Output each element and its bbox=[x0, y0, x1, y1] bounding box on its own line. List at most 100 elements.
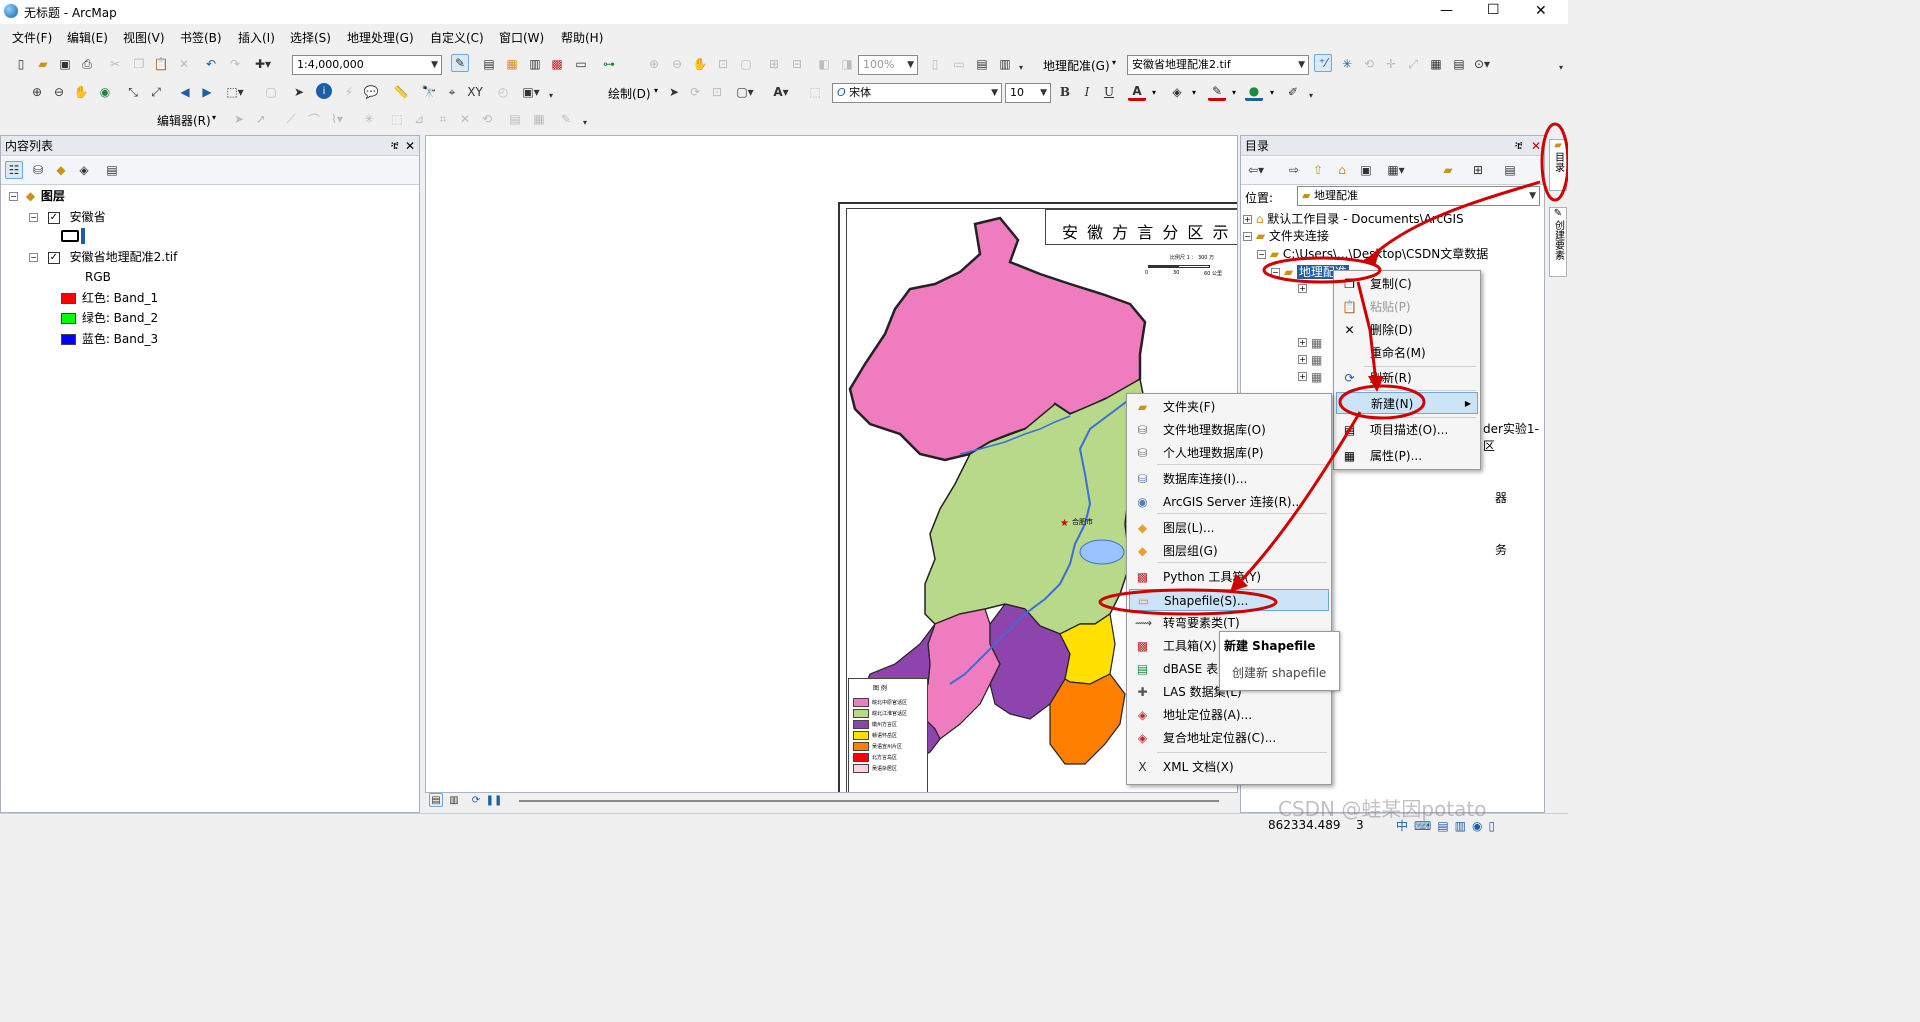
scale-icon[interactable]: ⤢ bbox=[1404, 55, 1422, 73]
measure-icon[interactable]: 📏 bbox=[392, 83, 410, 101]
trace-icon[interactable]: ⌇▾ bbox=[328, 110, 346, 128]
go-to-xy-icon[interactable]: XY bbox=[466, 83, 484, 101]
menu-view[interactable]: 视图(V) bbox=[123, 29, 165, 47]
reshape-icon[interactable]: ⊿ bbox=[410, 110, 428, 128]
marker-color-chevron-icon[interactable]: ▾ bbox=[1270, 88, 1274, 97]
cut-icon[interactable]: ✂ bbox=[106, 55, 124, 73]
edit-annotation-icon[interactable]: ➚ bbox=[252, 110, 270, 128]
layer-visibility-checkbox[interactable]: ✓ bbox=[47, 251, 60, 264]
select-elements-icon[interactable]: ➤ bbox=[665, 83, 683, 101]
python-window-icon[interactable]: ▭ bbox=[572, 55, 590, 73]
rotate-feature-icon[interactable]: ⟲ bbox=[478, 110, 496, 128]
find-route-icon[interactable]: ⌖ bbox=[443, 83, 461, 101]
font-name-dropdown[interactable]: O 宋体 ▼ bbox=[832, 83, 1002, 103]
layout-pan-icon[interactable]: ✋ bbox=[691, 55, 709, 73]
layout-fixed-zoom-out-icon[interactable]: ⊟ bbox=[788, 55, 806, 73]
fill-color-icon[interactable]: ◈ bbox=[1168, 83, 1186, 101]
ctx-copy[interactable]: ❐ 复制(C) bbox=[1336, 273, 1478, 295]
font-color-icon[interactable]: A bbox=[1128, 83, 1146, 101]
hyperlink-icon[interactable]: ⚡ bbox=[340, 83, 358, 101]
html-popup-icon[interactable]: 💬 bbox=[362, 83, 380, 101]
toolbar-overflow-icon[interactable]: ▾ bbox=[580, 113, 590, 131]
minimize-button[interactable]: — bbox=[1440, 3, 1453, 18]
pan-icon[interactable]: ✋ bbox=[72, 83, 90, 101]
tree-expander[interactable]: + bbox=[1298, 338, 1307, 347]
endpoint-arc-icon[interactable]: ⌒ bbox=[305, 110, 323, 128]
collapse-icon[interactable]: − bbox=[9, 192, 18, 201]
redo-icon[interactable]: ↷ bbox=[226, 55, 244, 73]
collapse-icon[interactable]: − bbox=[1271, 268, 1280, 277]
toolbar-overflow-icon[interactable]: ▾ bbox=[1556, 58, 1566, 76]
map-scale-dropdown[interactable]: 1:4,000,000 ▼ bbox=[292, 55, 442, 75]
tree-expander[interactable]: + bbox=[1298, 372, 1307, 381]
data-view-icon[interactable]: ▤ bbox=[429, 793, 443, 807]
view-link-table-icon[interactable]: ▦ bbox=[1427, 55, 1445, 73]
options-icon[interactable]: ▤ bbox=[103, 161, 121, 179]
close-window-button[interactable]: ✕ bbox=[1535, 3, 1547, 19]
find-icon[interactable]: 🔭 bbox=[420, 83, 438, 101]
layout-back-icon[interactable]: ◧ bbox=[815, 55, 833, 73]
font-color-chevron-icon[interactable]: ▾ bbox=[1152, 88, 1156, 97]
submenu-item-layer[interactable]: ◆ 图层(L)... bbox=[1129, 517, 1329, 539]
catalog-options-icon[interactable]: ▤ bbox=[1501, 161, 1519, 179]
list-by-drawing-order-icon[interactable]: ☷ bbox=[5, 161, 23, 179]
edit-vertices-icon[interactable]: ⬚ bbox=[806, 83, 824, 101]
create-features-icon[interactable]: ✎ bbox=[557, 110, 575, 128]
menu-selection[interactable]: 选择(S) bbox=[290, 29, 331, 47]
up-one-level-icon[interactable]: ⇧ bbox=[1309, 161, 1327, 179]
submenu-item-arcgis-server[interactable]: ◉ ArcGIS Server 连接(R)... bbox=[1129, 491, 1329, 513]
new-document-icon[interactable]: ▯ bbox=[12, 55, 30, 73]
menu-file[interactable]: 文件(F) bbox=[12, 29, 52, 47]
straight-segment-icon[interactable]: ⟋ bbox=[282, 110, 300, 128]
rectangle-icon[interactable]: ▢▾ bbox=[736, 83, 754, 101]
close-icon[interactable]: ✕ bbox=[1531, 136, 1541, 156]
undo-icon[interactable]: ↶ bbox=[202, 55, 220, 73]
ctx-delete[interactable]: ✕ 删除(D) bbox=[1336, 319, 1478, 341]
zoom-in-icon[interactable]: ⊕ bbox=[28, 83, 46, 101]
select-features-icon[interactable]: ⬚▾ bbox=[226, 83, 244, 101]
editor-menu[interactable]: 编辑器(R) bbox=[157, 112, 211, 129]
layout-zoom-dropdown[interactable]: 100% ▼ bbox=[858, 55, 918, 75]
submenu-item-composite-locator[interactable]: ◈ 复合地址定位器(C)... bbox=[1129, 727, 1329, 749]
ctx-refresh[interactable]: ⟳ 刷新(R) bbox=[1336, 367, 1478, 389]
zoom-to-elements-icon[interactable]: ⊡ bbox=[708, 83, 726, 101]
time-slider-icon[interactable]: ◴ bbox=[494, 83, 512, 101]
menu-edit[interactable]: 编辑(E) bbox=[67, 29, 108, 47]
point-icon[interactable]: ✳ bbox=[360, 110, 378, 128]
table-of-contents-icon[interactable]: ▤ bbox=[480, 55, 498, 73]
magnifier-icon[interactable]: ⊙▾ bbox=[1473, 55, 1491, 73]
ctx-paste[interactable]: 📋 粘贴(P) bbox=[1336, 296, 1478, 318]
collapse-icon[interactable]: − bbox=[1257, 250, 1266, 259]
side-tab-catalog[interactable]: ▰ 目录 bbox=[1549, 139, 1567, 191]
select-elements-icon[interactable]: ➤ bbox=[290, 83, 308, 101]
save-icon[interactable]: ▣ bbox=[56, 55, 74, 73]
copy-icon[interactable]: ❐ bbox=[130, 55, 148, 73]
cut-polygon-icon[interactable]: ⌗ bbox=[434, 110, 452, 128]
split-icon[interactable]: ✕ bbox=[456, 110, 474, 128]
rotate-element-icon[interactable]: ⟳ bbox=[686, 83, 704, 101]
collapse-icon[interactable]: − bbox=[1243, 232, 1252, 241]
change-layout-icon[interactable]: ▤ bbox=[973, 55, 991, 73]
submenu-item-file-geodatabase[interactable]: ⛁ 文件地理数据库(O) bbox=[1129, 419, 1329, 441]
layout-zoom-in-icon[interactable]: ⊕ bbox=[645, 55, 663, 73]
collapse-icon[interactable]: − bbox=[29, 253, 38, 262]
editor-toolbar-icon[interactable]: ✎ bbox=[451, 54, 469, 72]
list-by-visibility-icon[interactable]: ◆ bbox=[52, 161, 70, 179]
underline-button[interactable]: U bbox=[1100, 83, 1118, 101]
georeferencing-menu[interactable]: 地理配准(G) bbox=[1043, 57, 1110, 74]
fixed-zoom-out-icon[interactable]: ⤢ bbox=[147, 83, 165, 101]
back-extent-icon[interactable]: ◀ bbox=[176, 83, 194, 101]
menu-help[interactable]: 帮助(H) bbox=[561, 29, 603, 47]
pause-drawing-icon[interactable]: ❚❚ bbox=[486, 793, 503, 807]
menu-customize[interactable]: 自定义(C) bbox=[430, 29, 484, 47]
tree-expander[interactable]: + bbox=[1298, 284, 1307, 293]
menu-windows[interactable]: 窗口(W) bbox=[499, 29, 544, 47]
attributes-icon[interactable]: ▤ bbox=[506, 110, 524, 128]
submenu-item-shapefile[interactable]: ▭ Shapefile(S)... bbox=[1129, 589, 1329, 611]
tree-expander[interactable]: + bbox=[1298, 355, 1307, 364]
menu-geoprocessing[interactable]: 地理处理(G) bbox=[347, 29, 414, 47]
viewer-icon[interactable]: ▤ bbox=[1450, 55, 1468, 73]
toolbar-overflow-icon[interactable]: ▾ bbox=[546, 86, 556, 104]
line-color-chevron-icon[interactable]: ▾ bbox=[1232, 88, 1236, 97]
rotate-icon[interactable]: ⟲ bbox=[1360, 55, 1378, 73]
